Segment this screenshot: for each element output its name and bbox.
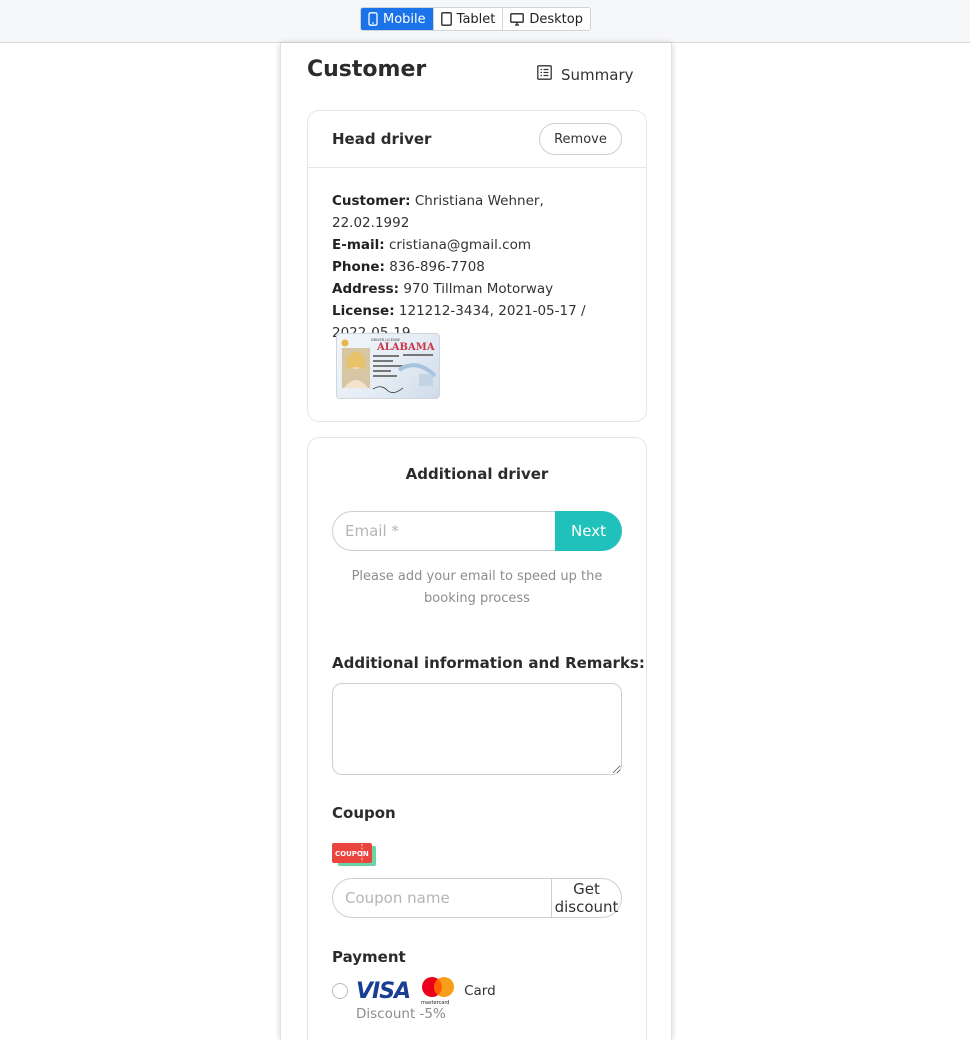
summary-link[interactable]: Summary: [537, 65, 634, 84]
device-toolbar: Mobile Tablet Desktop: [0, 0, 970, 43]
driver-info: Customer: Christiana Wehner, 22.02.1992 …: [332, 190, 624, 344]
license-image[interactable]: DRIVER LICENSE ALABAMA: [336, 333, 440, 399]
list-icon: [537, 65, 552, 84]
email-hint: Please add your email to speed up the bo…: [351, 569, 603, 606]
info-customer: Customer: Christiana Wehner, 22.02.1992: [332, 193, 544, 231]
head-driver-card: Head driver Remove Customer: Christiana …: [307, 110, 647, 422]
discount-text: Discount -5%: [356, 1006, 446, 1022]
device-switcher: Mobile Tablet Desktop: [360, 7, 591, 31]
device-tablet-label: Tablet: [456, 11, 496, 27]
email-row: Next: [332, 511, 622, 551]
head-driver-header: Head driver Remove: [308, 111, 646, 168]
additional-driver-title: Additional driver: [405, 465, 549, 483]
coupon-icon: COUPON: [332, 842, 378, 868]
next-button[interactable]: Next: [555, 511, 622, 551]
device-desktop-label: Desktop: [529, 11, 583, 27]
get-discount-button[interactable]: Get discount: [551, 878, 622, 918]
remove-button[interactable]: Remove: [539, 123, 622, 155]
coupon-row: Get discount: [332, 878, 622, 918]
device-desktop-button[interactable]: Desktop: [503, 8, 590, 30]
coupon-input[interactable]: [332, 878, 552, 918]
device-mobile-label: Mobile: [383, 11, 426, 27]
tablet-icon: [440, 12, 452, 26]
info-address: Address: 970 Tillman Motorway: [332, 281, 554, 297]
mastercard-icon: mastercard: [420, 976, 456, 1006]
card-label: Card: [464, 983, 496, 999]
device-tablet-button[interactable]: Tablet: [434, 8, 504, 30]
phone-icon: [368, 12, 378, 26]
svg-text:COUPON: COUPON: [335, 850, 369, 858]
summary-label: Summary: [561, 65, 634, 84]
device-mobile-button[interactable]: Mobile: [361, 8, 434, 30]
visa-icon: VISA: [356, 978, 411, 1004]
payment-label: Payment: [332, 948, 406, 966]
svg-text:ALABAMA: ALABAMA: [376, 342, 435, 353]
info-phone: Phone: 836-896-7708: [332, 259, 485, 275]
card-radio[interactable]: [332, 983, 348, 999]
additional-driver-card: Additional driver Next Please add your e…: [307, 437, 647, 1040]
email-input[interactable]: [332, 511, 555, 551]
coupon-label: Coupon: [332, 804, 396, 822]
payment-card-option[interactable]: VISA mastercard Card: [332, 976, 496, 1006]
head-driver-title: Head driver: [332, 130, 432, 148]
info-email: E-mail: cristiana@gmail.com: [332, 237, 531, 253]
remarks-textarea[interactable]: [332, 683, 622, 775]
mobile-viewport: Customer Summary Head driver Remove Cust…: [280, 43, 672, 1040]
monitor-icon: [510, 12, 525, 26]
page-title: Customer: [307, 57, 427, 82]
remarks-label: Additional information and Remarks:: [332, 654, 645, 672]
